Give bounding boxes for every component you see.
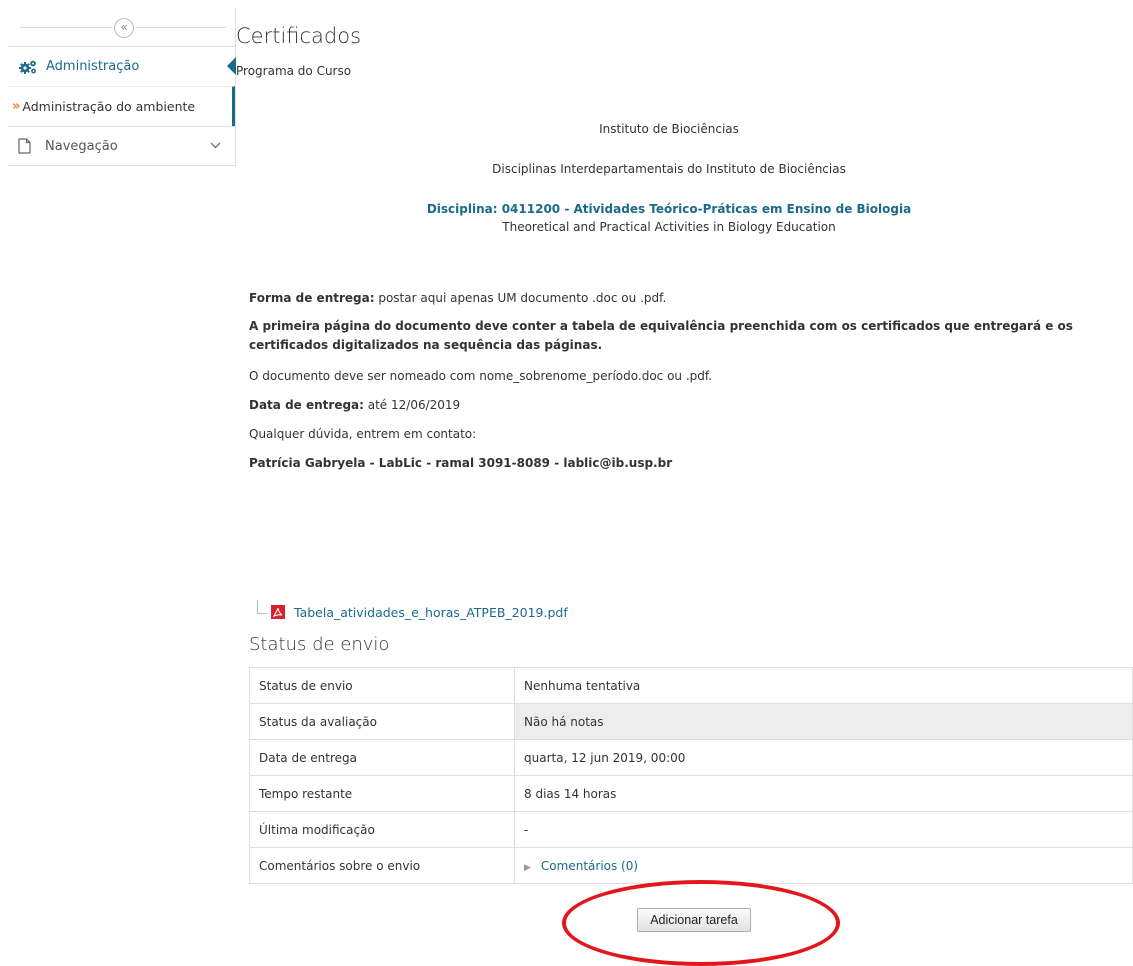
chevron-down-icon[interactable] bbox=[210, 142, 221, 149]
due-date-label: Data de entrega: bbox=[249, 398, 364, 412]
status-label: Status de envio bbox=[249, 667, 515, 704]
table-row: Data de entrega quarta, 12 jun 2019, 00:… bbox=[249, 739, 1133, 776]
sidebar-collapse-row: « bbox=[8, 8, 235, 46]
course-title: Disciplina: 0411200 - Atividades Teórico… bbox=[426, 202, 912, 216]
divider bbox=[136, 27, 226, 28]
divider bbox=[20, 27, 112, 28]
course-title-english: Theoretical and Practical Activities in … bbox=[502, 220, 836, 234]
delivery-label: Forma de entrega: bbox=[249, 291, 375, 305]
due-date-value: até 12/06/2019 bbox=[363, 398, 461, 412]
attached-file-link[interactable]: Tabela_atividades_e_horas_ATPEB_2019.pdf bbox=[294, 605, 568, 620]
table-row: Última modificação - bbox=[249, 811, 1133, 848]
due-date-text: Data de entrega: até 12/06/2019 bbox=[249, 396, 1109, 415]
disciplines-heading: Disciplinas Interdepartamentais do Insti… bbox=[492, 162, 846, 176]
submission-status-heading: Status de envio bbox=[249, 634, 390, 655]
status-label: Última modificação bbox=[249, 811, 515, 848]
table-row: Status de envio Nenhuma tentativa bbox=[249, 667, 1133, 704]
page-subtitle: Programa do Curso bbox=[236, 64, 352, 78]
status-value: 8 dias 14 horas bbox=[514, 775, 1133, 812]
double-chevron-right-icon: » bbox=[12, 99, 21, 114]
sidebar-item-administracao[interactable]: Administração bbox=[8, 47, 236, 86]
active-indicator-icon bbox=[227, 57, 236, 75]
administration-block: Administração » Administração do ambient… bbox=[8, 46, 236, 126]
sidebar-item-administracao-do-ambiente[interactable]: » Administração do ambiente bbox=[8, 86, 235, 126]
status-value: - bbox=[514, 811, 1133, 848]
delivery-text: postar aqui apenas UM documento .doc ou … bbox=[374, 291, 667, 305]
collapse-sidebar-icon[interactable]: « bbox=[114, 18, 134, 38]
sidebar-item-label: Navegação bbox=[45, 138, 118, 154]
status-value: quarta, 12 jun 2019, 00:00 bbox=[514, 739, 1133, 776]
table-row: Comentários sobre o envio ▶ Comentários (… bbox=[249, 847, 1133, 884]
sidebar: « Administração » Administração do ambie… bbox=[8, 8, 236, 166]
page-title: Certificados bbox=[236, 24, 362, 48]
naming-instructions: O documento deve ser nomeado com nome_so… bbox=[249, 369, 713, 383]
status-label: Comentários sobre o envio bbox=[249, 847, 515, 884]
delivery-instructions: Forma de entrega: postar aqui apenas UM … bbox=[249, 289, 1109, 308]
table-row: Tempo restante 8 dias 14 horas bbox=[249, 775, 1133, 812]
sidebar-item-navegacao[interactable]: Navegação bbox=[8, 126, 235, 166]
first-page-instructions: A primeira página do documento deve cont… bbox=[249, 319, 1073, 352]
sidebar-item-label: Administração bbox=[46, 59, 140, 74]
status-value: Não há notas bbox=[514, 703, 1133, 740]
contact-text: Patrícia Gabryela - LabLic - ramal 3091-… bbox=[249, 456, 673, 470]
attached-file: Tabela_atividades_e_horas_ATPEB_2019.pdf bbox=[257, 600, 568, 620]
submission-status-table: Status de envio Nenhuma tentativa Status… bbox=[249, 667, 1133, 884]
institute-name: Instituto de Biociências bbox=[599, 122, 739, 136]
comments-toggle[interactable]: ▶ Comentários (0) bbox=[524, 859, 638, 873]
status-value: ▶ Comentários (0) bbox=[514, 847, 1133, 884]
comments-link[interactable]: Comentários (0) bbox=[541, 859, 638, 873]
triangle-right-icon: ▶ bbox=[524, 862, 531, 873]
gears-icon bbox=[19, 60, 36, 74]
tree-connector bbox=[257, 600, 267, 614]
add-submission-button[interactable]: Adicionar tarefa bbox=[637, 908, 751, 932]
status-value: Nenhuma tentativa bbox=[514, 667, 1133, 704]
table-row: Status da avaliação Não há notas bbox=[249, 703, 1133, 740]
questions-text: Qualquer dúvida, entrem em contato: bbox=[249, 427, 477, 441]
status-label: Status da avaliação bbox=[249, 703, 515, 740]
pdf-file-icon bbox=[271, 605, 285, 619]
sidebar-item-label: Administração do ambiente bbox=[22, 99, 196, 114]
document-icon bbox=[18, 138, 31, 154]
status-label: Tempo restante bbox=[249, 775, 515, 812]
status-label: Data de entrega bbox=[249, 739, 515, 776]
